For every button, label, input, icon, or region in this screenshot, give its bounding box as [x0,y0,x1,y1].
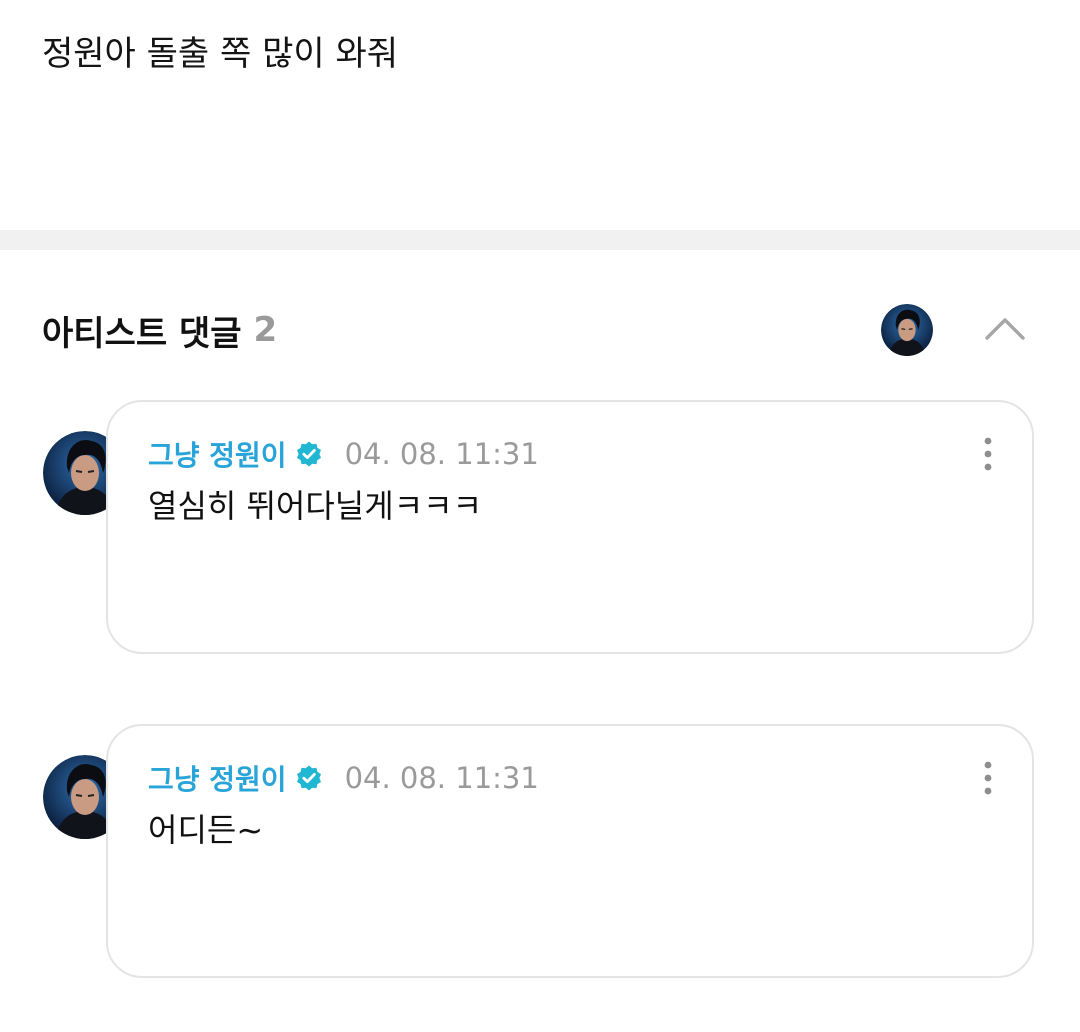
comment-time: 04. 08. 11:31 [344,761,539,795]
comment-card: 그냥 정원이 04. 08. 11:31 어디든~ [106,724,1034,978]
comment-card: 그냥 정원이 04. 08. 11:31 열심히 뛰어다닐게ㅋㅋㅋ [106,400,1034,654]
artist-comments-header: 아티스트 댓글 2 [42,305,277,355]
chevron-up-icon [985,318,1025,340]
more-vertical-icon [984,761,992,795]
comment-count: 2 [253,310,278,350]
more-options-button[interactable] [966,432,1010,476]
comment-meta: 그냥 정원이 04. 08. 11:31 [148,756,539,800]
comment-time: 04. 08. 11:31 [344,437,539,471]
more-vertical-icon [984,437,992,471]
more-options-button[interactable] [966,756,1010,800]
verified-badge-icon [296,765,321,791]
section-title: 아티스트 댓글 [42,313,242,354]
comment-meta: 그냥 정원이 04. 08. 11:31 [148,432,539,476]
collapse-button[interactable] [980,305,1030,355]
verified-badge-icon [296,441,321,467]
comment-item: 그냥 정원이 04. 08. 11:31 열심히 뛰어다닐게ㅋㅋㅋ [0,400,1080,658]
comment-text: 열심히 뛰어다닐게ㅋㅋㅋ [148,487,483,525]
author-name[interactable]: 그냥 정원이 [148,758,287,798]
author-name[interactable]: 그냥 정원이 [148,434,287,474]
comment-text: 어디든~ [148,811,264,849]
comment-item: 그냥 정원이 04. 08. 11:31 어디든~ [0,724,1080,982]
post-text: 정원아 돌출 쪽 많이 와줘 [42,34,399,74]
artist-avatar-icon[interactable] [881,304,933,356]
section-divider [0,230,1080,250]
